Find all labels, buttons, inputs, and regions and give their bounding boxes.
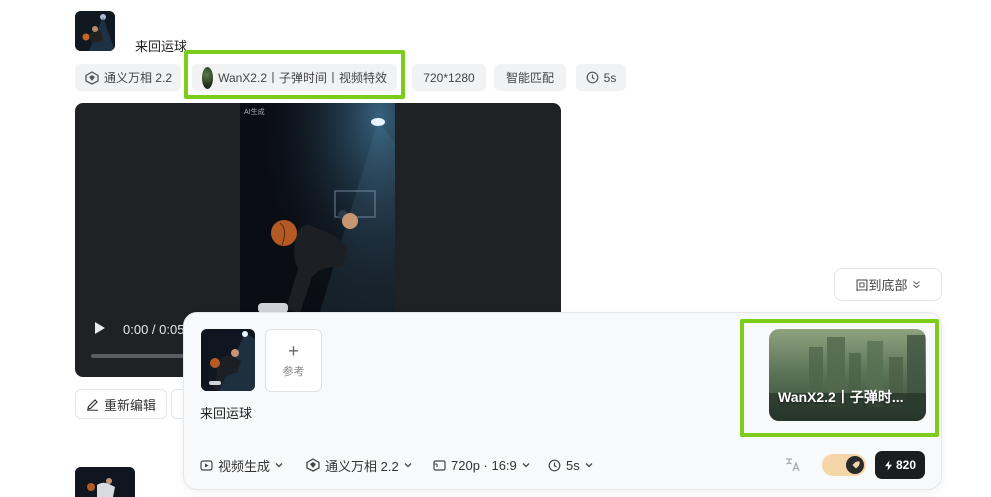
resolution-selector[interactable]: 720p · 16:9 xyxy=(433,454,530,476)
user-avatar xyxy=(75,11,115,51)
lightning-icon xyxy=(884,460,892,470)
rocket-icon xyxy=(846,456,864,474)
chip-effect-label: WanX2.2丨子弹时间丨视频特效 xyxy=(218,71,387,85)
aspect-ratio-icon xyxy=(433,459,446,471)
add-reference-button[interactable]: + 参考 xyxy=(265,329,322,392)
video-time: 0:00 / 0:05 xyxy=(123,322,185,337)
chip-ratio-label: 智能匹配 xyxy=(505,71,554,85)
resolution-label: 720p · 16:9 xyxy=(451,457,517,473)
mode-label: 视频生成 xyxy=(218,458,271,474)
chip-model-label: 通义万相 2.2 xyxy=(104,71,173,85)
translate-icon[interactable] xyxy=(784,456,802,474)
effect-card[interactable]: WanX2.2丨子弹时... xyxy=(769,329,926,421)
duration-label: 5s xyxy=(566,457,580,473)
double-chevron-down-icon xyxy=(912,281,920,289)
next-message-avatar xyxy=(75,467,135,497)
play-icon[interactable] xyxy=(95,322,105,334)
tongyi-logo-icon xyxy=(85,70,99,85)
clock-icon xyxy=(548,459,561,471)
prompt-text: 来回运球 xyxy=(135,39,188,54)
ai-watermark: AI生成 xyxy=(244,109,265,116)
back-to-bottom-label: 回到底部 xyxy=(855,278,908,293)
chip-model[interactable]: 通义万相 2.2 xyxy=(75,64,181,91)
duration-selector[interactable]: 5s xyxy=(548,454,593,476)
reedit-label: 重新编辑 xyxy=(104,397,157,413)
fast-mode-toggle[interactable] xyxy=(822,454,866,476)
credits-count: 820 xyxy=(895,458,917,472)
chevron-down-icon xyxy=(585,463,593,468)
add-reference-label: 参考 xyxy=(282,366,305,378)
mode-selector[interactable]: 视频生成 xyxy=(200,454,283,476)
reference-image[interactable] xyxy=(201,329,255,391)
chip-duration[interactable]: 5s xyxy=(576,64,626,91)
effect-card-title: WanX2.2丨子弹时... xyxy=(778,389,904,405)
model-label: 通义万相 2.2 xyxy=(325,458,399,474)
video-icon xyxy=(200,459,213,471)
reedit-button[interactable]: 重新编辑 xyxy=(75,389,168,419)
generate-button[interactable]: 820 xyxy=(875,451,925,479)
pencil-icon xyxy=(87,398,98,411)
composer-input[interactable]: 来回运球 xyxy=(200,403,252,422)
plus-icon: + xyxy=(288,341,299,361)
back-to-bottom-button[interactable]: 回到底部 xyxy=(834,268,942,301)
chip-resolution[interactable]: 720*1280 xyxy=(412,64,486,91)
chip-ratio[interactable]: 智能匹配 xyxy=(494,64,566,91)
clock-icon xyxy=(586,71,599,84)
chip-resolution-label: 720*1280 xyxy=(423,70,475,85)
chip-effect[interactable]: WanX2.2丨子弹时间丨视频特效 xyxy=(192,64,397,91)
effect-thumb-icon xyxy=(202,66,214,89)
chevron-down-icon xyxy=(275,463,283,468)
chevron-down-icon xyxy=(522,463,530,468)
model-selector[interactable]: 通义万相 2.2 xyxy=(306,454,412,476)
tongyi-logo-icon xyxy=(306,458,320,472)
chevron-down-icon xyxy=(404,463,412,468)
chip-duration-label: 5s xyxy=(603,70,617,85)
